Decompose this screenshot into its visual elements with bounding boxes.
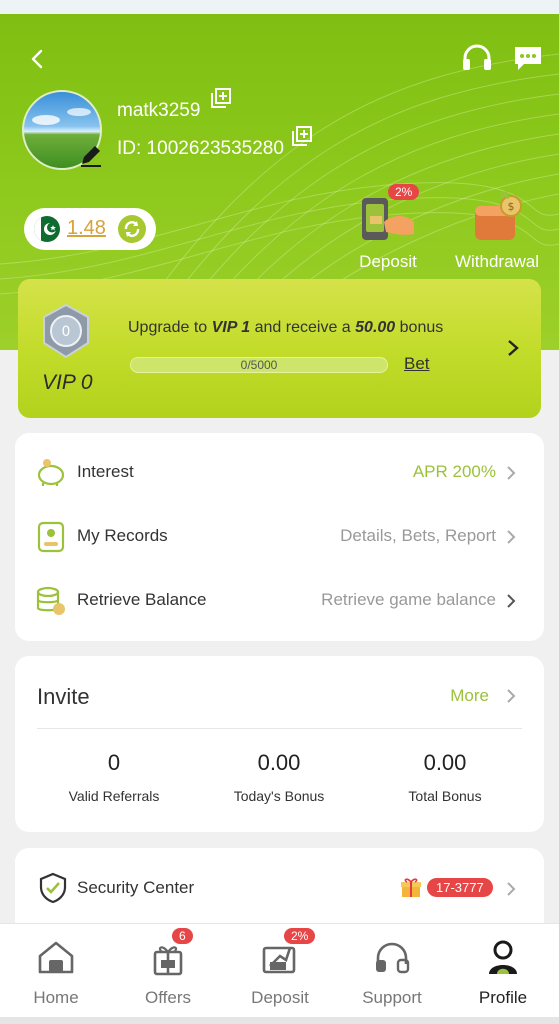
stat-valid-referrals: 0 Valid Referrals: [29, 750, 199, 804]
vip-card[interactable]: 0 VIP 0 Upgrade to VIP 1 and receive a 5…: [18, 279, 541, 418]
deposit-bonus-badge: 2%: [388, 184, 420, 200]
nav-home[interactable]: Home: [6, 938, 106, 1008]
nav-deposit[interactable]: 2% Deposit: [230, 928, 330, 1008]
user-id: ID: 1002623535280: [117, 138, 284, 159]
menu-item-retrieve-balance[interactable]: Retrieve Balance Retrieve game balance: [15, 569, 544, 633]
menu-item-interest[interactable]: Interest APR 200%: [15, 441, 544, 505]
nav-label: Profile: [478, 988, 528, 1007]
nav-support[interactable]: Support: [342, 938, 442, 1008]
chevron-right-icon: [507, 530, 516, 544]
stat-todays-bonus: 0.00 Today's Bonus: [194, 750, 364, 804]
refresh-balance-button[interactable]: [118, 215, 146, 243]
vip-upgrade-text: Upgrade to VIP 1 and receive a 50.00 bon…: [128, 319, 444, 336]
offers-badge: 6: [172, 928, 193, 944]
vip-level: VIP 0: [42, 371, 93, 394]
nav-label: Offers: [145, 988, 191, 1007]
menu-value: Details, Bets, Report: [340, 526, 496, 545]
headset-icon[interactable]: [461, 44, 493, 72]
pakistan-flag-icon: [34, 216, 60, 242]
home-icon: [36, 938, 76, 978]
profile-icon: [483, 938, 523, 978]
wallet-icon: $: [465, 188, 529, 246]
piggy-bank-icon: [37, 459, 65, 486]
copy-id-icon[interactable]: [292, 126, 312, 146]
refresh-icon: [124, 221, 140, 237]
username: matk3259: [117, 100, 201, 121]
stat-label: Today's Bonus: [233, 788, 325, 804]
nav-profile[interactable]: Profile: [453, 938, 553, 1008]
deposit-icon: 2%: [260, 928, 316, 978]
chevron-right-icon: [507, 594, 516, 608]
withdrawal-action[interactable]: $ Withdrawal: [450, 188, 544, 272]
security-label: Security Center: [77, 878, 195, 897]
vip-progress-bar: 0/5000: [130, 357, 388, 373]
chevron-right-icon: [507, 882, 516, 896]
bottom-nav: Home 6 Offers 2% Deposit Support Profile: [0, 923, 559, 1024]
edit-avatar-icon[interactable]: [78, 142, 104, 168]
deposit-nav-badge: 2%: [284, 928, 316, 944]
shield-check-icon: [39, 872, 67, 904]
vip-medal-number: 0: [62, 324, 71, 340]
vip-progress-label: 0/5000: [240, 358, 278, 372]
menu-card: Interest APR 200% My Records Details, Be…: [15, 433, 544, 641]
gift-icon: [401, 878, 421, 897]
deposit-action[interactable]: 2% Deposit: [352, 184, 424, 272]
stat-label: Total Bonus: [408, 788, 482, 804]
stat-label: Valid Referrals: [68, 788, 160, 804]
back-arrow-icon[interactable]: [26, 48, 48, 70]
divider: [37, 728, 522, 729]
nav-label: Deposit: [251, 988, 309, 1007]
records-icon: [37, 521, 65, 553]
menu-item-my-records[interactable]: My Records Details, Bets, Report: [15, 505, 544, 569]
stat-value: 0.00: [257, 750, 301, 775]
menu-label: My Records: [77, 526, 168, 545]
invite-title: Invite: [37, 684, 90, 709]
nav-label: Home: [33, 988, 79, 1007]
menu-value: Retrieve game balance: [321, 590, 496, 609]
menu-label: Retrieve Balance: [77, 590, 207, 609]
menu-value: APR 200%: [412, 462, 496, 481]
deposit-label: Deposit: [359, 252, 417, 271]
stat-total-bonus: 0.00 Total Bonus: [360, 750, 530, 804]
security-badge: 17-3777: [427, 878, 493, 897]
stat-value: 0: [107, 750, 121, 775]
balance-amount: 1.48: [67, 217, 106, 239]
stat-value: 0.00: [423, 750, 467, 775]
menu-label: Interest: [77, 462, 134, 481]
vip-medal-icon: 0: [43, 303, 89, 359]
withdrawal-label: Withdrawal: [454, 252, 540, 271]
invite-card: Invite More 0 Valid Referrals 0.00 Today…: [15, 656, 544, 832]
chevron-right-icon: [507, 466, 516, 480]
invite-more-link[interactable]: More: [450, 686, 489, 706]
headset-icon: [372, 938, 412, 978]
deposit-icon: 2%: [356, 184, 420, 246]
chevron-right-icon[interactable]: [506, 688, 516, 704]
gift-icon: 6: [148, 928, 193, 978]
message-icon[interactable]: [512, 44, 544, 72]
balance-pill: 1.48: [24, 208, 156, 250]
status-strip: [0, 0, 559, 14]
nav-offers[interactable]: 6 Offers: [118, 928, 218, 1008]
copy-username-icon[interactable]: [211, 88, 231, 108]
nav-label: Support: [362, 988, 422, 1007]
vip-bet-link[interactable]: Bet: [404, 354, 430, 374]
svg-text:$: $: [508, 200, 515, 213]
coins-stack-icon: [36, 586, 65, 615]
chevron-right-icon[interactable]: [506, 339, 520, 357]
